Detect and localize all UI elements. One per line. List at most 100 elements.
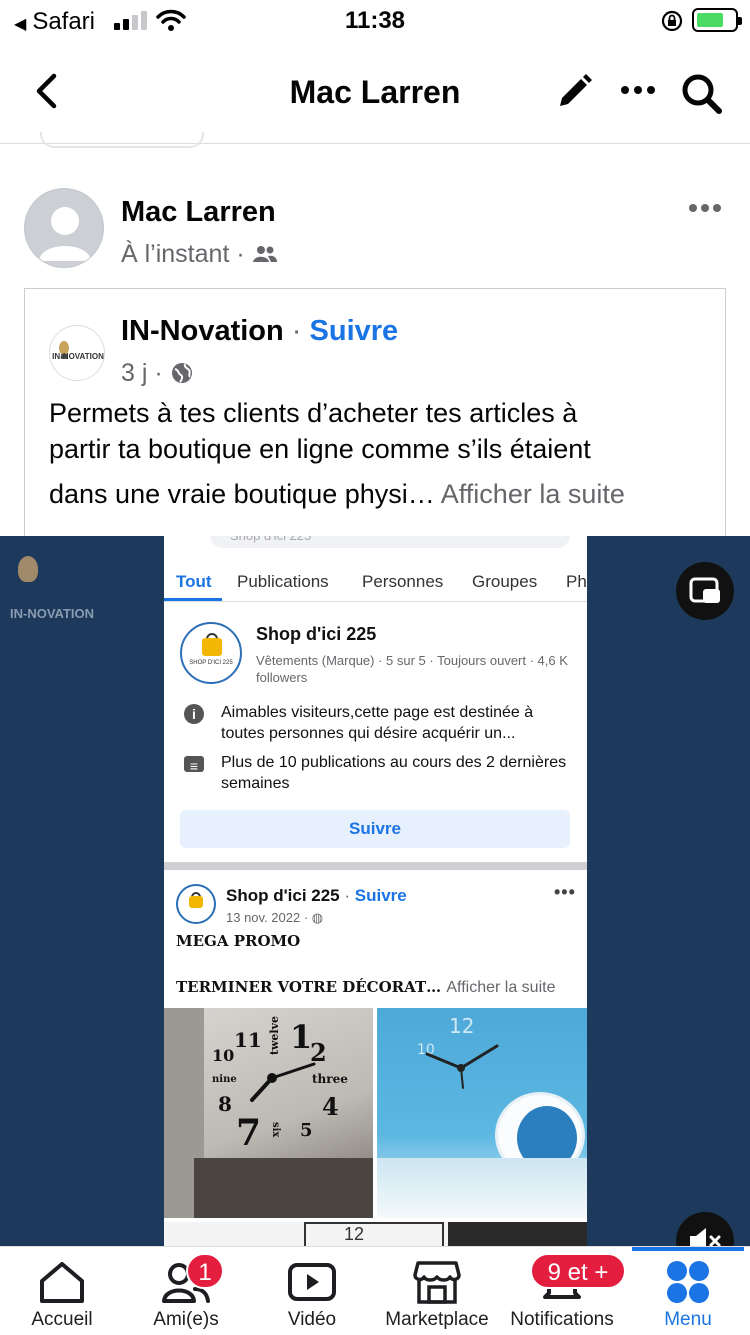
speaker-muted-icon bbox=[690, 1228, 721, 1246]
post-author-name[interactable]: Mac Larren bbox=[121, 196, 276, 229]
picture-in-picture-icon bbox=[689, 577, 720, 603]
shared-post-card[interactable]: IN-NOVATION IN-Novation · Suivre 3 j · P… bbox=[24, 288, 726, 548]
friends-audience-icon bbox=[252, 246, 277, 262]
rotation-lock-icon bbox=[661, 10, 683, 32]
section-divider bbox=[164, 862, 587, 870]
more-photos-row: 12 bbox=[164, 1222, 587, 1246]
friends-badge: 1 bbox=[186, 1253, 224, 1289]
marketplace-icon bbox=[413, 1261, 461, 1304]
active-tab-indicator bbox=[164, 598, 222, 601]
nav-menu[interactable]: Menu bbox=[626, 1247, 750, 1335]
top-header: Mac Larren bbox=[0, 44, 750, 144]
nav-video[interactable]: Vidéo bbox=[250, 1247, 374, 1335]
feed-post-heading: Shop d'ici 225 · Suivre bbox=[226, 886, 407, 906]
shop-logo-small bbox=[176, 884, 216, 924]
feed-post-text: TERMINER VOTRE DÉCORAT… Afficher la suit… bbox=[176, 978, 555, 997]
picture-in-picture-button[interactable] bbox=[676, 562, 734, 620]
nav-amis[interactable]: 1 Ami(e)s bbox=[124, 1247, 248, 1335]
feed-post-options-icon: ••• bbox=[554, 882, 576, 902]
photo-frame bbox=[304, 1222, 444, 1246]
clock-number: 12 bbox=[449, 1014, 475, 1038]
feed-post-title: MEGA PROMO bbox=[176, 932, 301, 950]
wall-clock-photo-2: 12 10 bbox=[377, 1008, 587, 1218]
feed-post-date: 13 nov. 2022 · ◍ bbox=[226, 910, 323, 926]
clock: 11:38 bbox=[344, 7, 406, 34]
nav-label: Notifications bbox=[510, 1309, 614, 1330]
battery-icon bbox=[692, 8, 742, 32]
search-icon[interactable] bbox=[680, 72, 724, 116]
tab-personnes: Personnes bbox=[362, 572, 444, 591]
shared-post-age: 3 j · bbox=[121, 359, 163, 387]
clock-number: 5 bbox=[300, 1120, 313, 1141]
nav-label: Ami(e)s bbox=[153, 1309, 219, 1330]
post-text-line: Permets à tes clients d’acheter tes arti… bbox=[49, 398, 578, 428]
menu-grid-icon bbox=[667, 1261, 709, 1303]
post-text-line: partir ta boutique en ligne comme s’ils … bbox=[49, 434, 591, 464]
page-logo[interactable]: IN-NOVATION bbox=[49, 325, 105, 381]
shared-page-name[interactable]: IN-Novation bbox=[121, 315, 284, 347]
shared-page-heading: IN-Novation · Suivre bbox=[121, 315, 398, 348]
clock-hands bbox=[250, 1062, 316, 1102]
shop-meta: Vêtements (Marque) · 5 sur 5 · Toujours … bbox=[256, 653, 568, 685]
nav-label: Vidéo bbox=[287, 1309, 337, 1330]
page-logo-text: IN-NOVATION bbox=[52, 352, 104, 361]
notifications-badge: 9 et + bbox=[530, 1253, 626, 1289]
see-more-link[interactable]: Afficher la suite bbox=[441, 479, 625, 509]
video-icon bbox=[288, 1263, 336, 1301]
video-player[interactable]: IN-NOVATION Shop d'ici 225 Tout Publicat… bbox=[0, 536, 750, 1246]
lightbulb-watermark-icon bbox=[18, 556, 38, 582]
clock-number: 8 bbox=[218, 1092, 232, 1116]
table bbox=[194, 1158, 373, 1218]
shop-about-text: Aimables visiteurs,cette page est destin… bbox=[221, 704, 534, 742]
tab-groupes: Groupes bbox=[472, 572, 538, 591]
author-avatar[interactable] bbox=[24, 188, 104, 268]
video-screen-content: Shop d'ici 225 Tout Publications Personn… bbox=[164, 536, 587, 1246]
nav-marketplace[interactable]: Marketplace bbox=[375, 1247, 499, 1335]
clock-hands bbox=[425, 1044, 499, 1089]
feed-post-follow: Suivre bbox=[354, 886, 407, 905]
post-options-icon[interactable] bbox=[688, 202, 722, 214]
feed-post-page-name: Shop d'ici 225 bbox=[226, 886, 340, 905]
post-text-line: dans une vraie boutique physi… Afficher … bbox=[49, 479, 625, 510]
shop-name: Shop d'ici 225 bbox=[256, 624, 377, 644]
recorded-follow-button: Suivre bbox=[180, 810, 570, 848]
clock-number: 4 bbox=[322, 1092, 339, 1121]
watermark-text: IN-NOVATION bbox=[10, 606, 95, 621]
shared-post-meta: 3 j · bbox=[121, 359, 194, 388]
shop-logo-label: SHOP D'ICI 225 bbox=[189, 660, 233, 666]
tab-tout: Tout bbox=[176, 572, 212, 591]
post-meta: À l’instant · bbox=[121, 240, 278, 269]
unmute-button[interactable] bbox=[676, 1212, 734, 1246]
feed-post-see-more: Afficher la suite bbox=[446, 979, 556, 996]
recorded-search-bar: Shop d'ici 225 bbox=[210, 536, 570, 548]
shop-activity-text: Plus de 10 publications au cours des 2 d… bbox=[221, 754, 567, 792]
clock-number: nine bbox=[212, 1074, 237, 1085]
clock-number: six bbox=[270, 1122, 281, 1138]
more-options-icon[interactable] bbox=[620, 84, 656, 96]
clock-number: 7 bbox=[236, 1112, 262, 1154]
shop-logo: SHOP D'ICI 225 bbox=[180, 622, 242, 684]
status-bar: ◀ Safari 11:38 bbox=[0, 0, 750, 44]
edit-pencil-icon[interactable] bbox=[554, 72, 594, 112]
follow-link[interactable]: Suivre bbox=[310, 315, 399, 347]
info-icon: i bbox=[184, 704, 204, 724]
previous-item-edge bbox=[40, 132, 204, 148]
nav-accueil[interactable]: Accueil bbox=[0, 1247, 124, 1335]
separator: · bbox=[291, 315, 302, 347]
floor bbox=[377, 1158, 587, 1218]
post-time: À l’instant · bbox=[121, 240, 245, 268]
nav-label: Accueil bbox=[31, 1309, 93, 1330]
posts-icon: ≡ bbox=[184, 756, 204, 774]
recorded-search-tabs: Tout Publications Personnes Groupes Ph bbox=[164, 566, 587, 602]
globe-icon bbox=[171, 363, 192, 383]
nav-label: Marketplace bbox=[385, 1309, 489, 1330]
separator: · bbox=[344, 886, 351, 905]
feed-post-date-text: 13 nov. 2022 · bbox=[226, 910, 309, 925]
tab-publications: Publications bbox=[237, 572, 329, 591]
wall-clock-photo-1: 11 twelve 1 2 10 nine three 8 4 7 six 5 bbox=[164, 1008, 373, 1218]
home-icon bbox=[40, 1262, 84, 1303]
tab-photos: Ph bbox=[566, 572, 587, 591]
bottom-navigation: Accueil 1 Ami(e)s Vidéo Marketplace 9 et… bbox=[0, 1246, 750, 1334]
post-text-truncated: dans une vraie boutique physi… bbox=[49, 479, 435, 509]
nav-notifications[interactable]: 9 et + Notifications bbox=[500, 1247, 626, 1335]
